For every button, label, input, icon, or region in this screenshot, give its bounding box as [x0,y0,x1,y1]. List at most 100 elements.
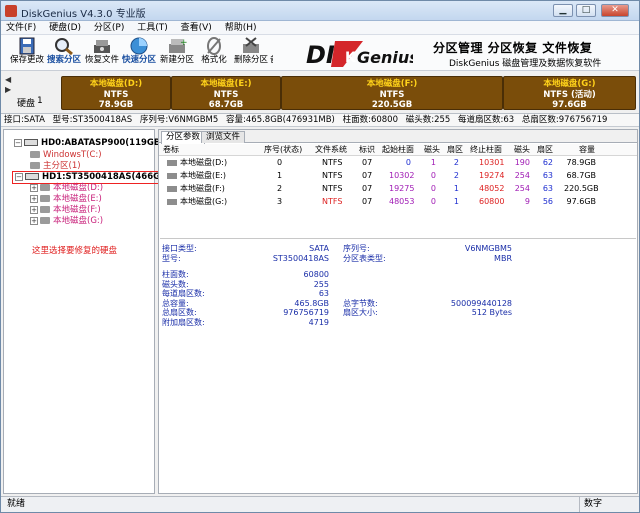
tab-partition-params[interactable]: 分区参数 [161,131,206,144]
save-icon [17,37,37,55]
minimize-button[interactable]: ▁ [553,4,573,17]
title-bar: DiskGenius V4.3.0 专业版 ▁ □ ✕ [1,1,639,21]
harddisk-icon [24,139,38,146]
partition-icon [30,151,40,158]
expand-icon[interactable]: + [30,205,38,214]
svg-text:K: K [345,50,357,66]
disk-partition-d[interactable]: 本地磁盘(D:) NTFS 78.9GB [61,76,171,110]
disk-partition-f[interactable]: 本地磁盘(F:) NTFS 220.5GB [281,76,503,110]
table-header: 卷标 序号(状态) 文件系统 标识 起始柱面 磁头 扇区 终止柱面 磁头 扇区 … [159,144,637,156]
banner-headline: 分区管理 分区恢复 文件恢复 [433,41,593,55]
expand-icon[interactable]: + [30,216,38,225]
disk-partition-e[interactable]: 本地磁盘(E:) NTFS 68.7GB [171,76,281,110]
tree-node-hd0[interactable]: − HD0:ABATASP900(119GB) [14,138,164,149]
annotation-note: 这里选择要修复的硬盘 [32,246,118,256]
app-window: DiskGenius V4.3.0 专业版 ▁ □ ✕ 文件(F) 硬盘(D) … [0,0,640,513]
menu-file[interactable]: 文件(F) [1,21,41,35]
disk-number: 1 [37,96,43,106]
prev-disk-arrow-icon[interactable]: ◀ [5,76,13,84]
harddisk-icon [25,173,39,180]
info-total-sectors: 总扇区数:976756719 [521,115,608,125]
tab-bar: 分区参数 浏览文件 [159,130,637,144]
window-title: DiskGenius V4.3.0 专业版 [21,9,146,20]
menu-view[interactable]: 查看(V) [176,21,217,35]
new-partition-icon: + [167,37,188,55]
expand-icon[interactable]: + [30,183,38,192]
detail-labels-a: 接口类型: 型号: [162,244,197,263]
format-button[interactable]: 格式化 [198,37,230,69]
collapse-icon[interactable]: − [14,138,22,147]
collapse-icon[interactable]: − [15,172,23,181]
table-row[interactable]: 本地磁盘(D:) 0 NTFS 07 0 1 2 10301 190 62 78… [159,157,637,169]
app-icon [5,5,17,17]
partition-icon [40,184,50,191]
status-bar: 就绪 数字 [1,496,639,512]
detail-values-d: 500099440128 512 Bytes [450,298,512,318]
disk-tree-panel: − HD0:ABATASP900(119GB) WindowsT(C:) 主分区(… [3,129,174,494]
detail-labels-d: 总字节数: 扇区大小: [343,298,378,318]
tab-browse-files[interactable]: 浏览文件 [201,131,246,143]
banner-subtitle: DiskGenius 磁盘管理及数据恢复软件 [449,59,602,69]
disk-partition-g[interactable]: 本地磁盘(G:) NTFS (活动) 97.6GB [503,76,636,110]
detail-labels-b: 序列号: 分区表类型: [343,244,386,263]
menu-disk[interactable]: 硬盘(D) [44,21,86,35]
tree-node-g[interactable]: + 本地磁盘(G:) [30,216,103,227]
table-row[interactable]: 本地磁盘(G:) 3 NTFS 07 48053 0 1 60800 9 56 … [159,196,637,208]
info-heads: 磁头数:255 [405,115,451,125]
numlock-indicator: 数字 [579,497,619,512]
info-cylinders: 柱面数:60800 [342,115,398,125]
detail-labels-c: 柱面数: 磁头数: 每道扇区数: 总容量: 总扇区数: 附加扇区数: [162,270,205,327]
tree-node-c[interactable]: WindowsT(C:) [30,150,102,161]
table-row[interactable]: 本地磁盘(E:) 1 NTFS 07 10302 0 2 19274 254 6… [159,170,637,182]
disk-info-strip: 接口:SATA 型号:ST3500418AS 序列号:V6NMGBM5 容量:4… [1,114,639,127]
table-row[interactable]: 本地磁盘(F:) 2 NTFS 07 19275 0 1 48052 254 6… [159,183,637,195]
tree-node-f[interactable]: + 本地磁盘(F:) [30,205,101,216]
partition-icon [40,217,50,224]
format-icon [204,37,224,55]
svg-text:Genius: Genius [357,48,413,67]
svg-text:DI: DI [306,41,335,69]
info-interface: 接口:SATA [4,115,45,125]
diskgenius-logo: DI K Genius [273,37,413,69]
menu-tools[interactable]: 工具(T) [132,21,173,35]
info-serial: 序列号:V6NMGBM5 [139,115,219,125]
expand-icon[interactable]: + [30,194,38,203]
disk-label: 硬盘 [17,99,36,109]
divider [160,238,636,239]
partition-icon [40,195,50,202]
delete-icon [241,37,261,55]
menu-bar: 文件(F) 硬盘(D) 分区(P) 工具(T) 查看(V) 帮助(H) [1,21,639,35]
tree-node-e[interactable]: + 本地磁盘(E:) [30,194,102,205]
quick-partition-icon [129,37,149,55]
save-changes-button[interactable]: 保存更改 [10,37,44,69]
menu-partition[interactable]: 分区(P) [89,21,129,35]
disk-map-bar: ◀ ▶ 硬盘 1 本地磁盘(D:) NTFS 78.9GB 本地磁盘(E:) N… [1,72,639,114]
detail-values-b: V6NMGBM5 MBR [464,244,512,263]
status-text: 就绪 [7,499,26,509]
next-disk-arrow-icon[interactable]: ▶ [5,86,13,94]
partition-icon [167,159,177,166]
detail-values-c: 60800 255 63 465.8GB 976756719 4719 [283,270,329,327]
partition-icon [167,185,177,192]
close-button[interactable]: ✕ [601,4,629,17]
svg-text:+: + [180,38,187,48]
search-icon [54,37,74,56]
quick-partition-button[interactable]: 快速分区 [122,37,156,69]
partition-details-panel: 分区参数 浏览文件 卷标 序号(状态) 文件系统 标识 起始柱面 磁头 扇区 终… [158,129,638,494]
recover-icon [92,37,112,55]
search-partition-button[interactable]: 搜索分区 [47,37,81,69]
delete-partition-button[interactable]: 删除分区 [234,37,268,69]
info-sectors-per-track: 每道扇区数:63 [458,115,515,125]
recover-files-button[interactable]: 恢复文件 [85,37,119,69]
info-capacity: 容量:465.8GB(476931MB) [226,115,335,125]
partition-icon [167,172,177,179]
partition-icon [30,162,40,169]
product-banner: DI K Genius 分区管理 分区恢复 文件恢复 DiskGenius 磁盘… [273,37,639,69]
new-partition-button[interactable]: + 新建分区 [160,37,194,69]
info-model: 型号:ST3500418AS [52,115,133,125]
menu-help[interactable]: 帮助(H) [220,21,262,35]
partition-icon [40,206,50,213]
partition-icon [167,198,177,205]
tree-node-d[interactable]: + 本地磁盘(D:) [30,183,103,194]
maximize-button[interactable]: □ [576,4,596,17]
